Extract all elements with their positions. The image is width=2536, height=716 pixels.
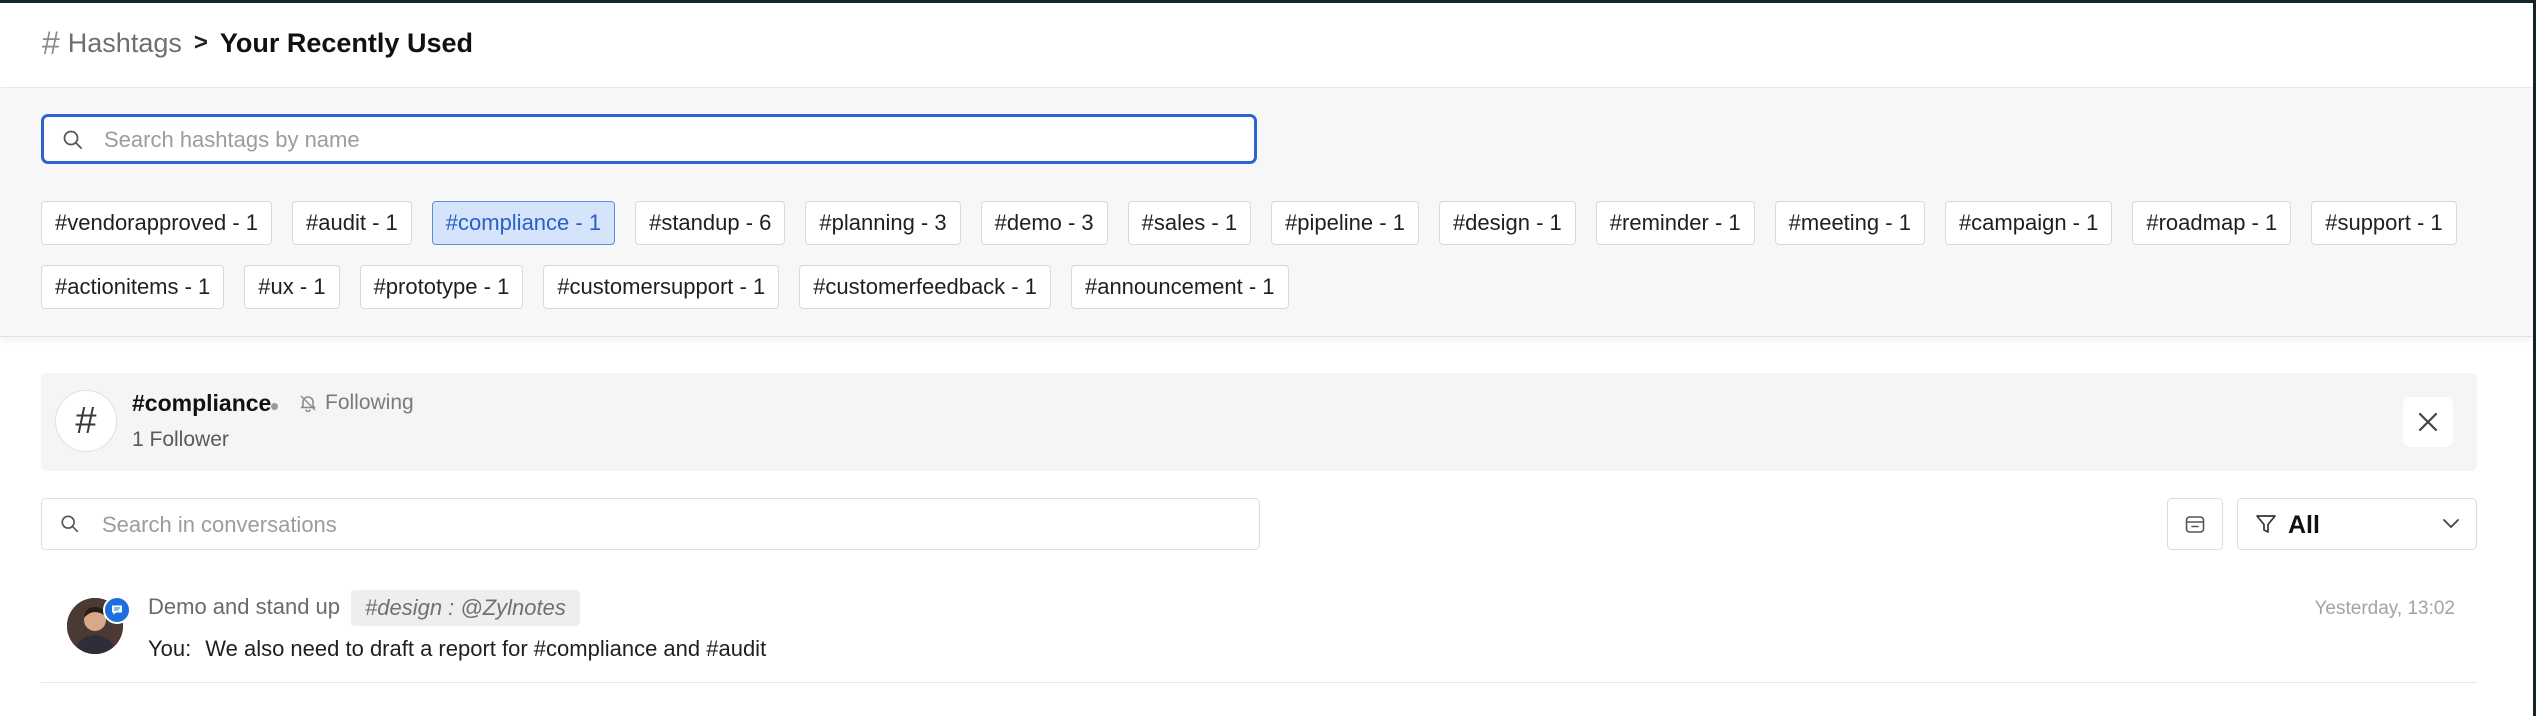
hashtag-chip[interactable]: #campaign - 1 bbox=[1944, 201, 2113, 245]
hashtag-chip[interactable]: #customerfeedback - 1 bbox=[799, 265, 1051, 309]
hashtag-chip-selected[interactable]: #compliance - 1 bbox=[431, 201, 616, 245]
hashtag-chip[interactable]: #customersupport - 1 bbox=[543, 265, 780, 309]
message-body: We also need to draft a report for #comp… bbox=[205, 636, 767, 661]
hashtag-chip[interactable]: #standup - 6 bbox=[635, 201, 786, 245]
hashtag-chip[interactable]: #actionitems - 1 bbox=[41, 265, 225, 309]
hashtag-chip[interactable]: #audit - 1 bbox=[292, 201, 412, 245]
chevron-down-icon bbox=[2443, 519, 2459, 528]
hashtag-chip[interactable]: #roadmap - 1 bbox=[2132, 201, 2292, 245]
message-timestamp: Yesterday, 13:02 bbox=[2314, 598, 2456, 619]
hashtag-chip[interactable]: #announcement - 1 bbox=[1070, 265, 1289, 309]
breadcrumb-separator: > bbox=[193, 29, 208, 56]
following-label: Following bbox=[325, 391, 414, 414]
chat-badge-icon bbox=[103, 596, 131, 624]
search-icon bbox=[63, 130, 82, 149]
message-text: You: We also need to draft a report for #… bbox=[148, 636, 766, 662]
page-header: # Hashtags > Your Recently Used bbox=[0, 3, 2533, 88]
conversation-row[interactable]: Demo and stand up #design : @Zylnotes Ye… bbox=[41, 580, 2477, 683]
hashtag-chip[interactable]: #design - 1 bbox=[1438, 201, 1576, 245]
separator-dot bbox=[271, 403, 278, 410]
conversation-title[interactable]: Demo and stand up bbox=[148, 594, 340, 620]
conversation-tag[interactable]: #design : @Zylnotes bbox=[351, 590, 580, 626]
hashtag-chip[interactable]: #prototype - 1 bbox=[359, 265, 524, 309]
hashtag-chip[interactable]: #vendorapproved - 1 bbox=[41, 201, 273, 245]
date-filter-button[interactable] bbox=[2167, 498, 2223, 550]
close-button[interactable] bbox=[2403, 397, 2453, 447]
close-icon bbox=[2418, 412, 2438, 432]
chip-row: #vendorapproved - 1 #audit - 1 #complian… bbox=[41, 201, 2501, 247]
conversation-search-input[interactable] bbox=[100, 499, 1244, 551]
hash-icon: # bbox=[42, 25, 60, 61]
selected-hashtag-name: #compliance bbox=[132, 390, 272, 416]
breadcrumb-parent[interactable]: Hashtags bbox=[68, 28, 182, 59]
hashtag-panel: #vendorapproved - 1 #audit - 1 #complian… bbox=[0, 88, 2533, 337]
conversation-search-box[interactable] bbox=[41, 498, 1260, 551]
hashtag-search-input[interactable] bbox=[102, 117, 1246, 163]
hashtag-chip[interactable]: #support - 1 bbox=[2311, 201, 2457, 245]
hashtag-chip[interactable]: #demo - 3 bbox=[980, 201, 1108, 245]
selected-hashtag-bar: # #compliance Following 1 Follower bbox=[41, 373, 2477, 471]
hashtag-chip[interactable]: #planning - 3 bbox=[805, 201, 961, 245]
bell-icon bbox=[300, 395, 316, 412]
filter-dropdown[interactable]: All bbox=[2237, 498, 2477, 550]
chip-row: #actionitems - 1 #ux - 1 #prototype - 1 … bbox=[41, 265, 2501, 311]
filter-label: All bbox=[2288, 511, 2320, 539]
breadcrumb-current: Your Recently Used bbox=[219, 27, 473, 58]
breadcrumb: # Hashtags > Your Recently Used bbox=[42, 27, 473, 59]
follower-count: 1 Follower bbox=[132, 428, 229, 451]
hashtag-search-box[interactable] bbox=[41, 114, 1257, 164]
hashtag-chip[interactable]: #ux - 1 bbox=[244, 265, 340, 309]
following-toggle[interactable]: Following bbox=[299, 391, 414, 415]
hashtag-chip[interactable]: #sales - 1 bbox=[1127, 201, 1252, 245]
hashtag-chip-list: #vendorapproved - 1 #audit - 1 #complian… bbox=[41, 201, 2501, 329]
search-icon bbox=[61, 515, 79, 533]
hashtag-chip[interactable]: #meeting - 1 bbox=[1774, 201, 1925, 245]
filter-icon bbox=[2256, 515, 2276, 533]
hashtag-chip[interactable]: #pipeline - 1 bbox=[1271, 201, 1419, 245]
calendar-icon bbox=[2185, 516, 2205, 533]
message-sender: You: bbox=[148, 636, 192, 661]
hashtag-avatar-icon: # bbox=[55, 390, 117, 452]
hashtag-chip[interactable]: #reminder - 1 bbox=[1595, 201, 1755, 245]
